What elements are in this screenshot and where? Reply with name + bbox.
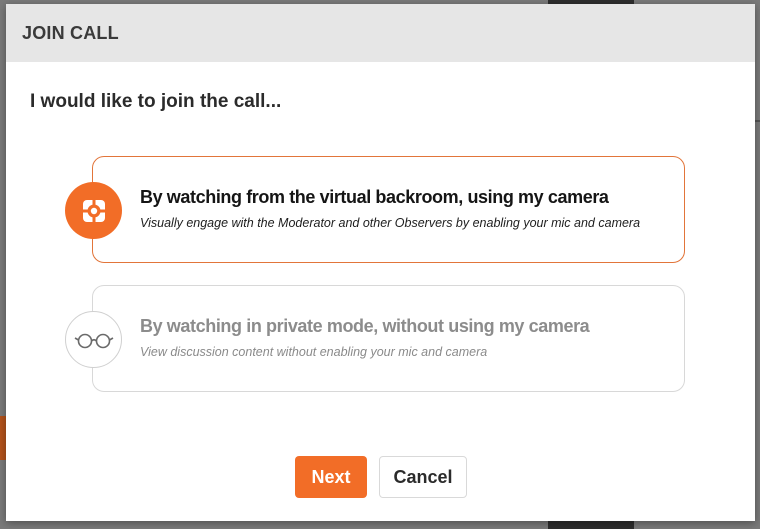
option-title: By watching from the virtual backroom, u…	[140, 187, 609, 207]
option-title: By watching in private mode, without usi…	[140, 316, 590, 336]
glasses-icon	[65, 311, 122, 368]
option-private-mode[interactable]: By watching in private mode, without usi…	[65, 285, 685, 392]
join-call-dialog: JOIN CALL I would like to join the call.…	[6, 4, 755, 521]
background-footer-strip	[548, 520, 634, 529]
camera-lens-icon	[65, 182, 122, 239]
dialog-title: JOIN CALL	[22, 22, 119, 43]
next-button[interactable]: Next	[295, 456, 367, 498]
option-backroom-camera[interactable]: By watching from the virtual backroom, u…	[65, 156, 685, 263]
option-description: View discussion content without enabling…	[140, 345, 488, 359]
dialog-header: JOIN CALL	[6, 4, 755, 62]
cancel-button[interactable]: Cancel	[379, 456, 467, 498]
join-prompt: I would like to join the call...	[30, 91, 282, 112]
option-description: Visually engage with the Moderator and o…	[140, 216, 641, 230]
